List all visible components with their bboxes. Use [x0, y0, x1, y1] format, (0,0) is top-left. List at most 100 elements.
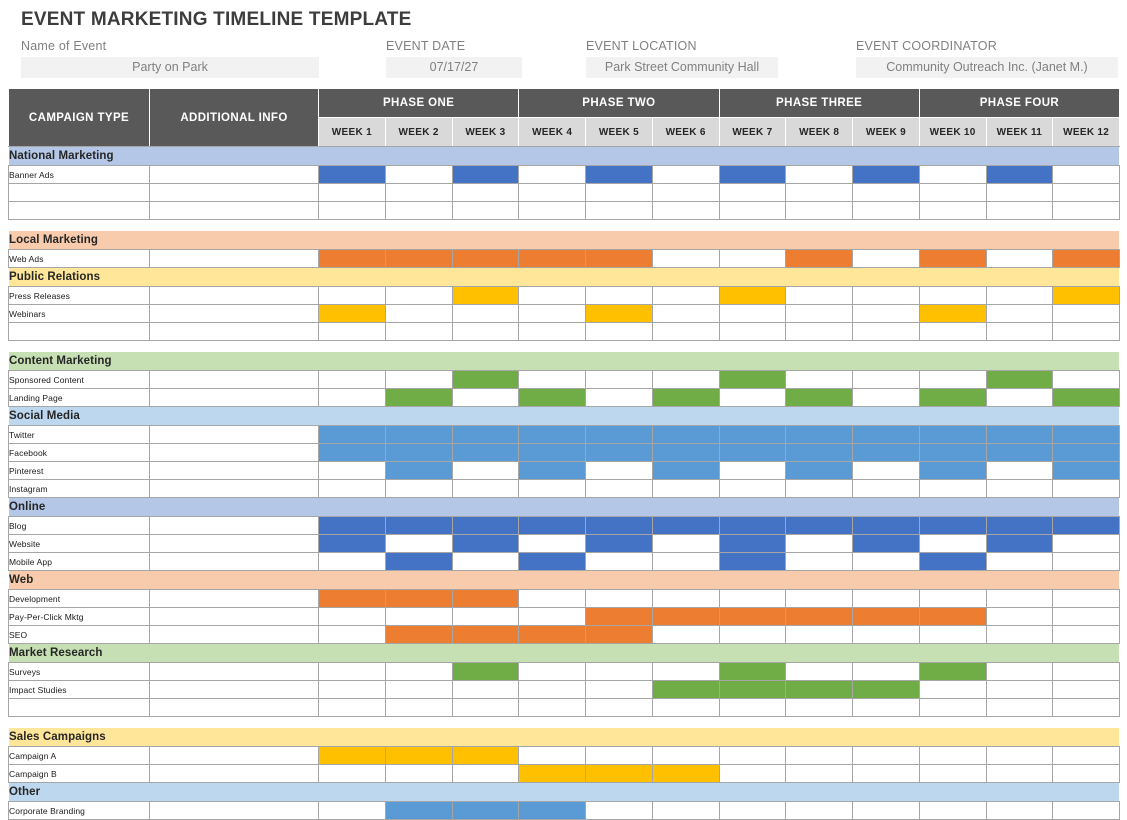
- gantt-cell-week-2[interactable]: [384, 201, 453, 220]
- gantt-cell-week-3[interactable]: [451, 425, 520, 444]
- task-label-empty[interactable]: [8, 322, 150, 341]
- gantt-cell-week-4[interactable]: [518, 388, 587, 407]
- task-label-pay-per-click-mktg[interactable]: Pay-Per-Click Mktg: [8, 607, 150, 626]
- event-location-value[interactable]: Park Street Community Hall: [586, 57, 778, 78]
- gantt-cell-week-9[interactable]: [852, 801, 920, 820]
- gantt-cell-week-2[interactable]: [384, 388, 453, 407]
- gantt-cell-week-4[interactable]: [518, 286, 587, 305]
- gantt-cell-week-12[interactable]: [1052, 746, 1121, 765]
- gantt-cell-week-4[interactable]: [518, 662, 587, 681]
- gantt-cell-week-1[interactable]: [318, 322, 386, 341]
- gantt-cell-week-11[interactable]: [985, 764, 1054, 783]
- gantt-cell-week-11[interactable]: [985, 607, 1054, 626]
- gantt-cell-week-12[interactable]: [1052, 764, 1121, 783]
- gantt-cell-week-12[interactable]: [1052, 625, 1121, 644]
- event-coordinator-value[interactable]: Community Outreach Inc. (Janet M.): [856, 57, 1118, 78]
- gantt-cell-week-7[interactable]: [718, 425, 787, 444]
- gantt-cell-week-9[interactable]: [852, 443, 920, 462]
- task-label-empty[interactable]: [8, 183, 150, 202]
- gantt-cell-week-12[interactable]: [1052, 322, 1121, 341]
- gantt-cell-week-1[interactable]: [318, 183, 386, 202]
- gantt-cell-week-3[interactable]: [451, 370, 520, 389]
- gantt-cell-week-2[interactable]: [384, 746, 453, 765]
- task-label-development[interactable]: Development: [8, 589, 150, 608]
- gantt-cell-week-11[interactable]: [985, 479, 1054, 498]
- gantt-cell-week-5[interactable]: [585, 425, 653, 444]
- task-label-website[interactable]: Website: [8, 534, 150, 553]
- gantt-cell-week-11[interactable]: [985, 680, 1054, 699]
- gantt-cell-week-12[interactable]: [1052, 479, 1121, 498]
- gantt-cell-week-6[interactable]: [651, 552, 720, 571]
- gantt-cell-week-12[interactable]: [1052, 552, 1121, 571]
- gantt-cell-week-9[interactable]: [852, 165, 920, 184]
- gantt-cell-week-4[interactable]: [518, 607, 587, 626]
- gantt-cell-week-8[interactable]: [785, 165, 854, 184]
- gantt-cell-week-8[interactable]: [785, 680, 854, 699]
- gantt-cell-week-10[interactable]: [918, 443, 987, 462]
- gantt-cell-week-4[interactable]: [518, 479, 587, 498]
- gantt-cell-week-6[interactable]: [651, 322, 720, 341]
- gantt-cell-week-10[interactable]: [918, 425, 987, 444]
- gantt-cell-week-10[interactable]: [918, 183, 987, 202]
- gantt-cell-week-4[interactable]: [518, 443, 587, 462]
- gantt-cell-week-9[interactable]: [852, 322, 920, 341]
- gantt-cell-week-5[interactable]: [585, 322, 653, 341]
- gantt-cell-week-11[interactable]: [985, 165, 1054, 184]
- task-additional-info[interactable]: [149, 443, 319, 462]
- gantt-cell-week-8[interactable]: [785, 322, 854, 341]
- gantt-cell-week-1[interactable]: [318, 680, 386, 699]
- gantt-cell-week-2[interactable]: [384, 479, 453, 498]
- gantt-cell-week-11[interactable]: [985, 662, 1054, 681]
- task-label-empty[interactable]: [8, 698, 150, 717]
- gantt-cell-week-12[interactable]: [1052, 443, 1121, 462]
- gantt-cell-week-12[interactable]: [1052, 461, 1121, 480]
- gantt-cell-week-6[interactable]: [651, 479, 720, 498]
- gantt-cell-week-1[interactable]: [318, 425, 386, 444]
- task-label-campaign-b[interactable]: Campaign B: [8, 764, 150, 783]
- gantt-cell-week-3[interactable]: [451, 589, 520, 608]
- gantt-cell-week-11[interactable]: [985, 516, 1054, 535]
- gantt-cell-week-10[interactable]: [918, 461, 987, 480]
- gantt-cell-week-6[interactable]: [651, 370, 720, 389]
- gantt-cell-week-11[interactable]: [985, 370, 1054, 389]
- gantt-cell-week-6[interactable]: [651, 680, 720, 699]
- gantt-cell-week-9[interactable]: [852, 589, 920, 608]
- gantt-cell-week-2[interactable]: [384, 552, 453, 571]
- gantt-cell-week-11[interactable]: [985, 304, 1054, 323]
- gantt-cell-week-1[interactable]: [318, 516, 386, 535]
- gantt-cell-week-8[interactable]: [785, 607, 854, 626]
- task-label-web-ads[interactable]: Web Ads: [8, 249, 150, 268]
- task-additional-info[interactable]: [149, 183, 319, 202]
- gantt-cell-week-9[interactable]: [852, 183, 920, 202]
- task-additional-info[interactable]: [149, 680, 319, 699]
- gantt-cell-week-5[interactable]: [585, 698, 653, 717]
- gantt-cell-week-1[interactable]: [318, 625, 386, 644]
- gantt-cell-week-12[interactable]: [1052, 680, 1121, 699]
- gantt-cell-week-12[interactable]: [1052, 249, 1121, 268]
- gantt-cell-week-10[interactable]: [918, 388, 987, 407]
- task-additional-info[interactable]: [149, 589, 319, 608]
- gantt-cell-week-2[interactable]: [384, 286, 453, 305]
- gantt-cell-week-2[interactable]: [384, 370, 453, 389]
- gantt-cell-week-1[interactable]: [318, 370, 386, 389]
- gantt-cell-week-9[interactable]: [852, 370, 920, 389]
- gantt-cell-week-7[interactable]: [718, 479, 787, 498]
- task-additional-info[interactable]: [149, 388, 319, 407]
- gantt-cell-week-3[interactable]: [451, 249, 520, 268]
- gantt-cell-week-10[interactable]: [918, 516, 987, 535]
- gantt-cell-week-11[interactable]: [985, 461, 1054, 480]
- gantt-cell-week-3[interactable]: [451, 201, 520, 220]
- gantt-cell-week-7[interactable]: [718, 589, 787, 608]
- gantt-cell-week-11[interactable]: [985, 552, 1054, 571]
- gantt-cell-week-10[interactable]: [918, 680, 987, 699]
- gantt-cell-week-6[interactable]: [651, 516, 720, 535]
- gantt-cell-week-12[interactable]: [1052, 698, 1121, 717]
- gantt-cell-week-6[interactable]: [651, 286, 720, 305]
- gantt-cell-week-10[interactable]: [918, 165, 987, 184]
- gantt-cell-week-2[interactable]: [384, 680, 453, 699]
- gantt-cell-week-12[interactable]: [1052, 201, 1121, 220]
- task-label-banner-ads[interactable]: Banner Ads: [8, 165, 150, 184]
- gantt-cell-week-9[interactable]: [852, 286, 920, 305]
- gantt-cell-week-11[interactable]: [985, 443, 1054, 462]
- task-label-impact-studies[interactable]: Impact Studies: [8, 680, 150, 699]
